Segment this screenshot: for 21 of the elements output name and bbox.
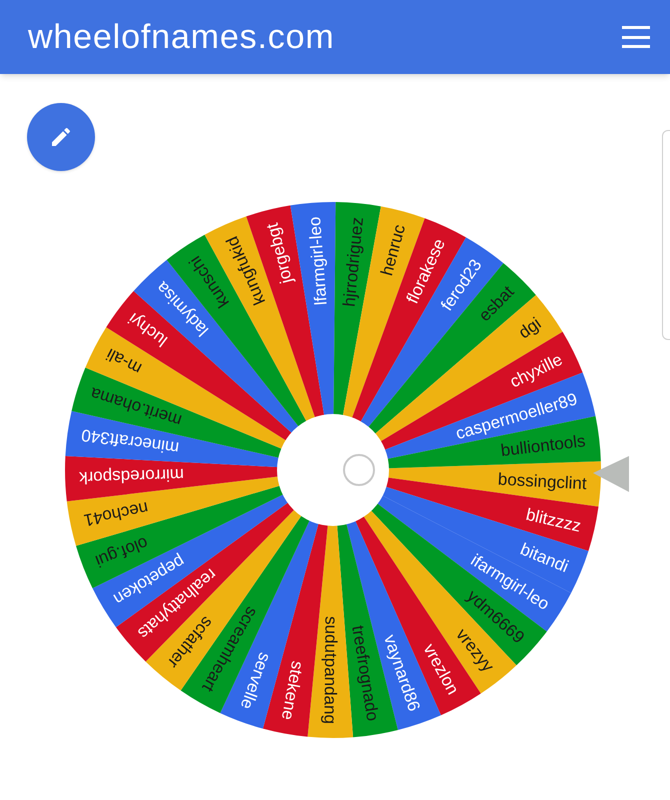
segment-label: hjrrodriguez — [340, 216, 367, 308]
segment-label: sudutpandang — [320, 616, 341, 724]
segment-label: minecraft340 — [80, 425, 180, 458]
hub-ring-icon — [343, 454, 375, 486]
menu-icon[interactable] — [622, 26, 650, 48]
wheel-hub[interactable] — [277, 414, 389, 526]
segment-label: m-ali — [103, 344, 145, 378]
segment-label: dgi — [515, 314, 545, 342]
pencil-icon — [49, 125, 73, 149]
segment-label: henruc — [377, 222, 410, 278]
segment-label: lfarmgirl-leo — [305, 216, 331, 306]
site-title: wheelofnames.com — [28, 16, 335, 58]
segment-label: treefrognado — [348, 624, 382, 722]
segment-label: necho41 — [82, 498, 150, 530]
edit-button[interactable] — [27, 103, 95, 171]
pointer-icon — [593, 456, 629, 492]
segment-label: bossingclint — [497, 470, 588, 494]
segment-label: jorgebgt — [262, 221, 296, 286]
segment-label: stekene — [278, 660, 308, 722]
segment-label: blitzzzz — [524, 504, 583, 536]
segment-label: mirroredspork — [78, 464, 184, 488]
